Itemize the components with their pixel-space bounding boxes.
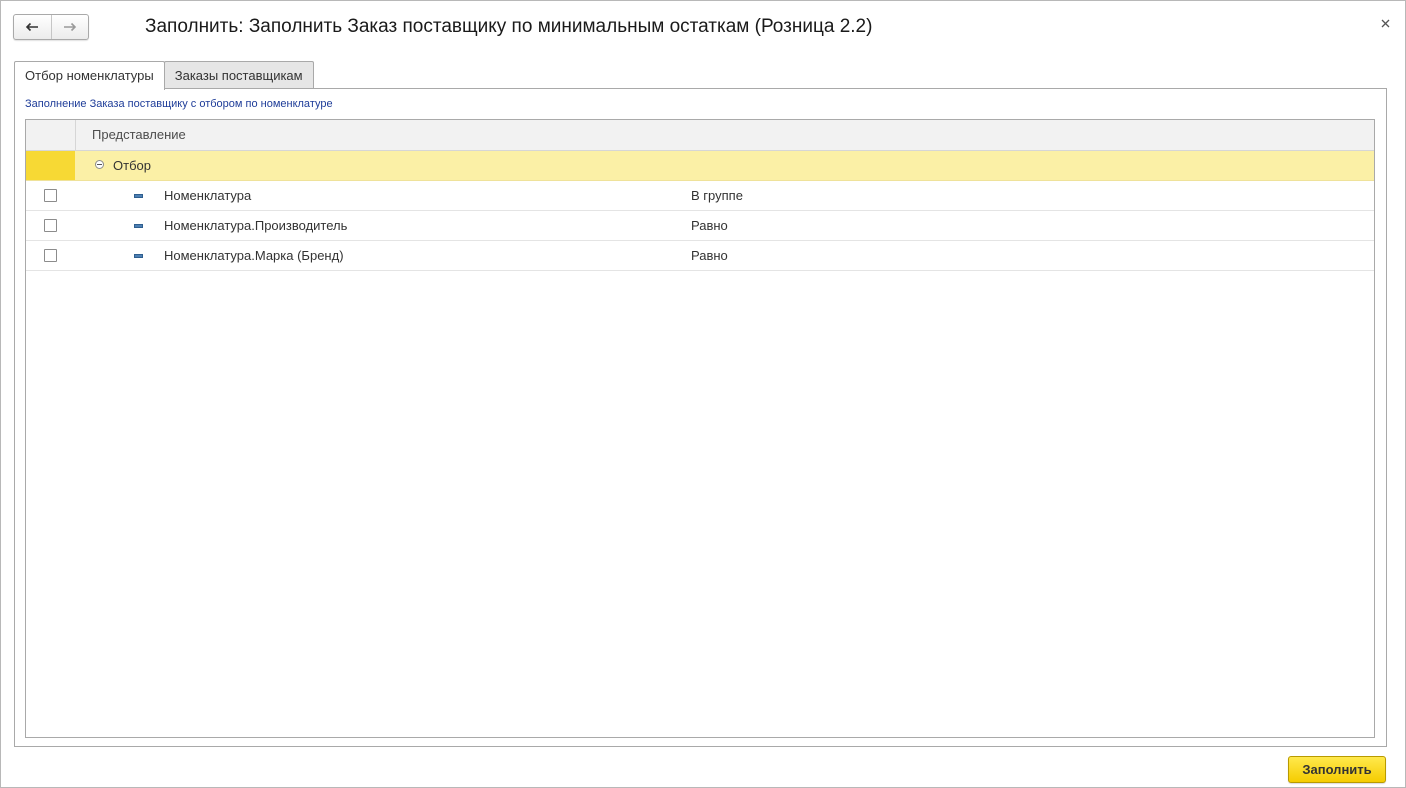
close-button[interactable] <box>1377 15 1393 31</box>
table-row[interactable]: Номенклатура.Марка (Бренд) Равно <box>26 241 1374 271</box>
panel-caption: Заполнение Заказа поставщику с отбором п… <box>25 98 333 110</box>
filter-item-icon <box>134 224 143 228</box>
table-row[interactable]: Номенклатура В группе <box>26 181 1374 211</box>
row-condition: В группе <box>691 188 743 203</box>
tab-bar: Отбор номенклатуры Заказы поставщикам <box>14 61 314 90</box>
table-row[interactable]: Номенклатура.Производитель Равно <box>26 211 1374 241</box>
filter-tree-table: Представление Отбор Номенклатура В групп… <box>25 119 1375 738</box>
arrow-right-icon <box>63 22 76 32</box>
group-check-cell <box>26 151 75 180</box>
row-check-cell <box>26 241 75 270</box>
arrow-left-icon <box>26 22 39 32</box>
forward-button[interactable] <box>50 15 89 39</box>
fill-button[interactable]: Заполнить <box>1288 756 1386 783</box>
row-checkbox[interactable] <box>44 249 57 262</box>
group-row-filter[interactable]: Отбор <box>26 151 1374 181</box>
row-condition: Равно <box>691 218 728 233</box>
row-condition: Равно <box>691 248 728 263</box>
tab-panel: Заполнение Заказа поставщику с отбором п… <box>14 88 1387 747</box>
navigation-buttons <box>13 14 89 40</box>
collapse-icon[interactable] <box>95 160 104 169</box>
table-header: Представление <box>26 120 1374 151</box>
row-field: Номенклатура.Производитель <box>164 218 348 233</box>
filter-item-icon <box>134 254 143 258</box>
row-checkbox[interactable] <box>44 219 57 232</box>
tab-supplier-orders[interactable]: Заказы поставщикам <box>163 61 314 89</box>
dialog-window: Заполнить: Заполнить Заказ поставщику по… <box>0 0 1406 788</box>
close-icon <box>1381 19 1389 27</box>
header-check-column <box>26 120 76 150</box>
row-checkbox[interactable] <box>44 189 57 202</box>
filter-item-icon <box>134 194 143 198</box>
back-button[interactable] <box>14 15 51 39</box>
row-check-cell <box>26 211 75 240</box>
header-representation[interactable]: Представление <box>76 120 186 150</box>
tab-nomenclature-filter[interactable]: Отбор номенклатуры <box>14 61 165 90</box>
row-check-cell <box>26 181 75 210</box>
row-field: Номенклатура.Марка (Бренд) <box>164 248 344 263</box>
row-field: Номенклатура <box>164 188 252 203</box>
window-title: Заполнить: Заполнить Заказ поставщику по… <box>145 16 873 37</box>
group-label: Отбор <box>113 158 151 173</box>
